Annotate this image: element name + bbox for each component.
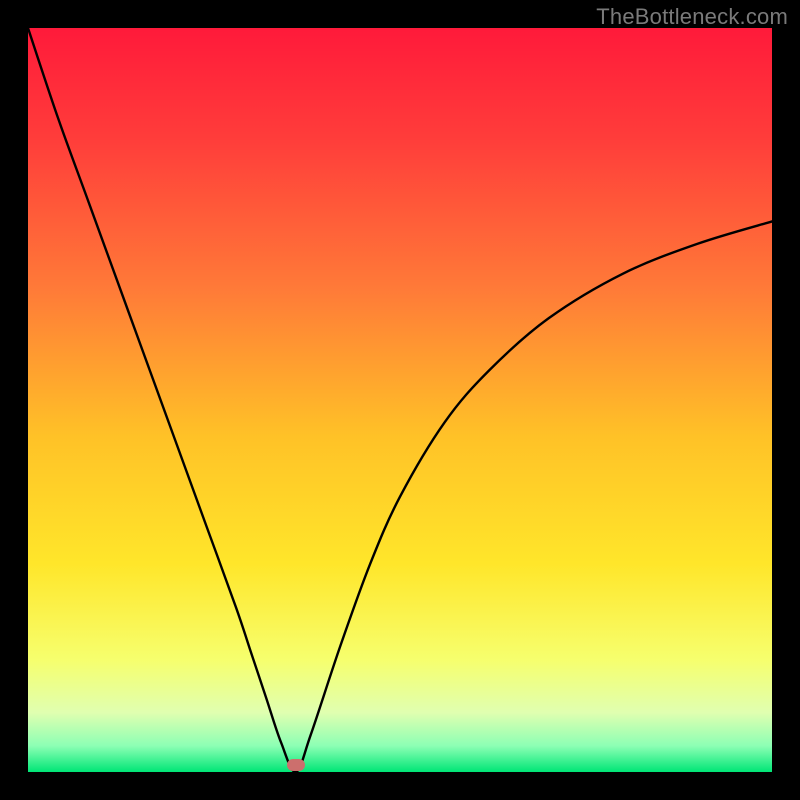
chart-stage: TheBottleneck.com	[0, 0, 800, 800]
bottleneck-curve	[28, 28, 772, 772]
watermark-text: TheBottleneck.com	[596, 4, 788, 30]
optimal-marker	[287, 759, 305, 771]
plot-area	[28, 28, 772, 772]
curve-layer	[28, 28, 772, 772]
